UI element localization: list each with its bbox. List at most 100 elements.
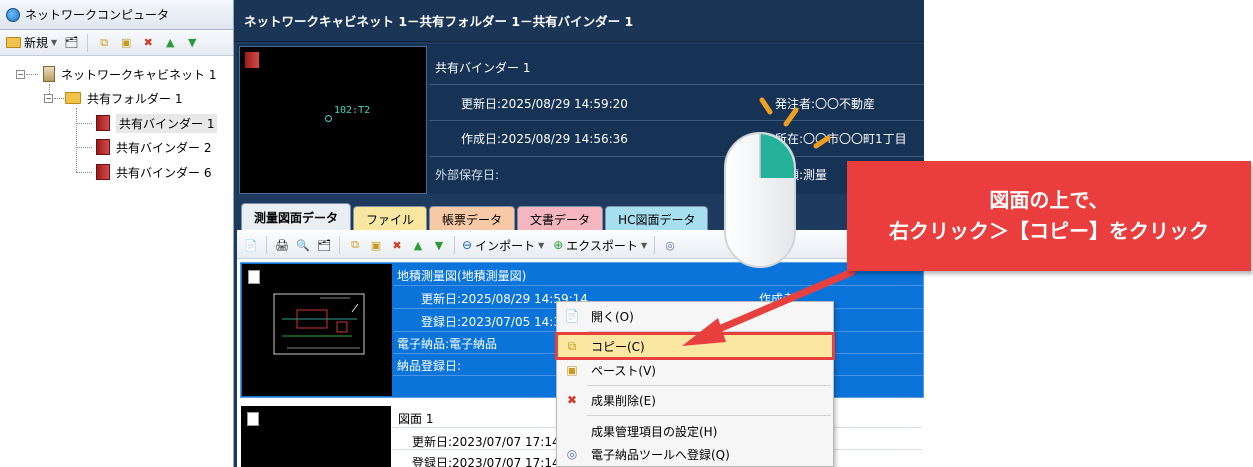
new-dropdown-icon: ▼ xyxy=(51,38,58,47)
content-toolbar: 📄 🖨 🔍 🗂 ⧉ ▣ ✖ ▲ ▼ ⊖ インポート ▼ ⊕ エクスポート ▼ ◎ xyxy=(237,232,924,259)
folder-icon xyxy=(65,92,81,104)
binder-orderer: 発注者:〇〇不動産 xyxy=(775,97,876,111)
tree-item-binder-2[interactable]: 共有バインダー 2 xyxy=(96,136,211,158)
properties-icon[interactable]: 🗂 xyxy=(63,35,79,51)
tree-item-binder-6[interactable]: 共有バインダー 6 xyxy=(96,161,211,183)
context-menu: 📄 開く(O) ⧉ コピー(C) ▣ ペースト(V) ✖ 成果削除(E) 成果管… xyxy=(555,301,835,467)
tree-pane-title-bar: ネットワークコンピュータ xyxy=(0,0,233,30)
menu-item-label: 電子納品ツールへ登録(Q) xyxy=(591,447,730,462)
binder-icon xyxy=(96,164,110,180)
copy-icon[interactable]: ⧉ xyxy=(347,237,363,253)
record-divider xyxy=(393,285,923,286)
menu-item-settings[interactable]: 成果管理項目の設定(H) xyxy=(557,419,833,443)
move-down-icon[interactable]: ▼ xyxy=(184,35,200,51)
tree-item-cabinet[interactable]: − ネットワークキャビネット 1 xyxy=(16,63,216,85)
network-computer-icon xyxy=(6,7,20,22)
drawing-thumbnail xyxy=(242,264,392,396)
binder-created-date: 作成日:2025/08/29 14:56:36 xyxy=(461,132,628,146)
tab-2[interactable]: ファイル xyxy=(353,206,428,231)
drawing-thumbnail xyxy=(241,406,391,467)
import-icon: ⊖ xyxy=(462,238,473,252)
menu-separator xyxy=(587,385,831,386)
open-icon[interactable]: 📄 xyxy=(243,237,259,253)
toolbar-separator xyxy=(654,236,656,254)
tab-1[interactable]: 測量図面データ xyxy=(241,203,352,231)
chevron-down-icon: ▼ xyxy=(640,240,648,250)
collapse-toggle-icon[interactable]: − xyxy=(44,93,53,103)
export-button[interactable]: ⊕ エクスポート ▼ xyxy=(553,237,647,254)
menu-item-label: 成果管理項目の設定(H) xyxy=(591,424,718,439)
menu-item-copy[interactable]: ⧉ コピー(C) xyxy=(555,332,835,360)
binder-icon xyxy=(96,139,110,155)
new-button[interactable]: 新規 ▼ xyxy=(6,34,57,51)
tab-5[interactable]: HC図面データ xyxy=(605,206,709,231)
instruction-callout: 図面の上で、 右クリック＞【コピー】をクリック xyxy=(847,161,1251,271)
delete-icon[interactable]: ✖ xyxy=(389,237,405,253)
tree-line xyxy=(76,172,92,173)
collapse-toggle-icon[interactable]: − xyxy=(16,69,25,79)
document-icon xyxy=(247,412,259,426)
paste-icon: ▣ xyxy=(566,363,578,377)
export-label: エクスポート xyxy=(566,238,638,253)
tree-item-folder[interactable]: − 共有フォルダー 1 xyxy=(44,87,182,109)
menu-separator xyxy=(587,331,831,332)
breadcrumb-path: ネットワークキャビネット 1－共有フォルダー 1－共有バインダー 1 xyxy=(244,14,634,29)
copy-icon[interactable]: ⧉ xyxy=(96,35,112,51)
callout-line-1: 図面の上で、 xyxy=(989,188,1109,212)
record-title: 地積測量図(地積測量図) xyxy=(397,269,527,283)
record-updated-date: 更新日:2023/07/07 17:14:56 xyxy=(412,435,579,449)
tab-3[interactable]: 帳票データ xyxy=(429,206,516,231)
tree-label-binder-2: 共有バインダー 2 xyxy=(116,140,212,155)
menu-item-label: コピー(C) xyxy=(591,339,645,354)
new-button-label: 新規 xyxy=(24,36,49,50)
move-down-icon[interactable]: ▼ xyxy=(431,237,447,253)
tree-line xyxy=(76,147,92,148)
new-folder-icon xyxy=(6,37,21,48)
register-icon: ◎ xyxy=(566,447,578,461)
menu-separator xyxy=(587,415,831,416)
binder-name: 共有バインダー 1 xyxy=(435,61,531,75)
toolbar-separator xyxy=(339,236,340,254)
record-electronic-delivery: 電子納品:電子納品 xyxy=(397,337,498,351)
menu-item-register-delivery-tool[interactable]: ◎ 電子納品ツールへ登録(Q) xyxy=(557,442,833,466)
menu-item-delete[interactable]: ✖ 成果削除(E) xyxy=(557,388,833,412)
survey-drawing-sketch xyxy=(273,293,365,355)
paste-icon[interactable]: ▣ xyxy=(368,237,384,253)
binder-updated-date: 更新日:2025/08/29 14:59:20 xyxy=(461,97,628,111)
toolbar-separator xyxy=(266,236,267,254)
menu-item-paste[interactable]: ▣ ペースト(V) xyxy=(557,358,833,382)
cabinet-icon xyxy=(43,66,55,82)
import-button[interactable]: ⊖ インポート ▼ xyxy=(462,237,544,254)
menu-item-open[interactable]: 📄 開く(O) xyxy=(557,304,833,328)
menu-item-label: 成果削除(E) xyxy=(591,393,656,408)
tab-4[interactable]: 文書データ xyxy=(517,206,604,231)
import-label: インポート xyxy=(475,238,536,253)
paste-icon[interactable]: ▣ xyxy=(118,35,134,51)
export-icon: ⊕ xyxy=(553,238,564,252)
binder-info-panel: 102:T2 共有バインダー 1 更新日:2025/08/29 14:59:20… xyxy=(237,44,924,194)
tree-pane: ネットワークコンピュータ 新規 ▼ 🗂 ⧉ ▣ ✖ ▲ ▼ − ネットワークキャ… xyxy=(0,0,234,467)
record-delivery-date: 納品登録日: xyxy=(397,359,462,373)
thumbnail-point-label: 102:T2 xyxy=(334,105,371,116)
tree-label-folder: 共有フォルダー 1 xyxy=(87,91,183,106)
delete-icon: ✖ xyxy=(566,393,578,407)
electronic-delivery-icon[interactable]: ◎ xyxy=(662,237,678,253)
open-icon: 📄 xyxy=(564,309,580,323)
toolbar-separator xyxy=(87,33,89,52)
toolbar-separator xyxy=(454,236,455,254)
binder-icon xyxy=(96,115,110,131)
info-divider xyxy=(429,120,924,121)
record-registered-date: 登録日:2023/07/05 14:37 xyxy=(421,315,569,329)
menu-item-label: ペースト(V) xyxy=(591,363,656,378)
copy-icon: ⧉ xyxy=(567,338,577,353)
breadcrumb: ネットワークキャビネット 1－共有フォルダー 1－共有バインダー 1 xyxy=(234,0,924,42)
print-icon[interactable]: 🖨 xyxy=(274,237,290,253)
tree-item-binder-1[interactable]: 共有バインダー 1 xyxy=(96,112,218,134)
tree-pane-title: ネットワークコンピュータ xyxy=(25,8,170,22)
preview-icon[interactable]: 🔍 xyxy=(295,237,311,253)
properties-icon[interactable]: 🗂 xyxy=(316,237,332,253)
delete-icon[interactable]: ✖ xyxy=(140,35,156,51)
move-up-icon[interactable]: ▲ xyxy=(410,237,426,253)
menu-item-label: 開く(O) xyxy=(591,309,634,324)
move-up-icon[interactable]: ▲ xyxy=(162,35,178,51)
